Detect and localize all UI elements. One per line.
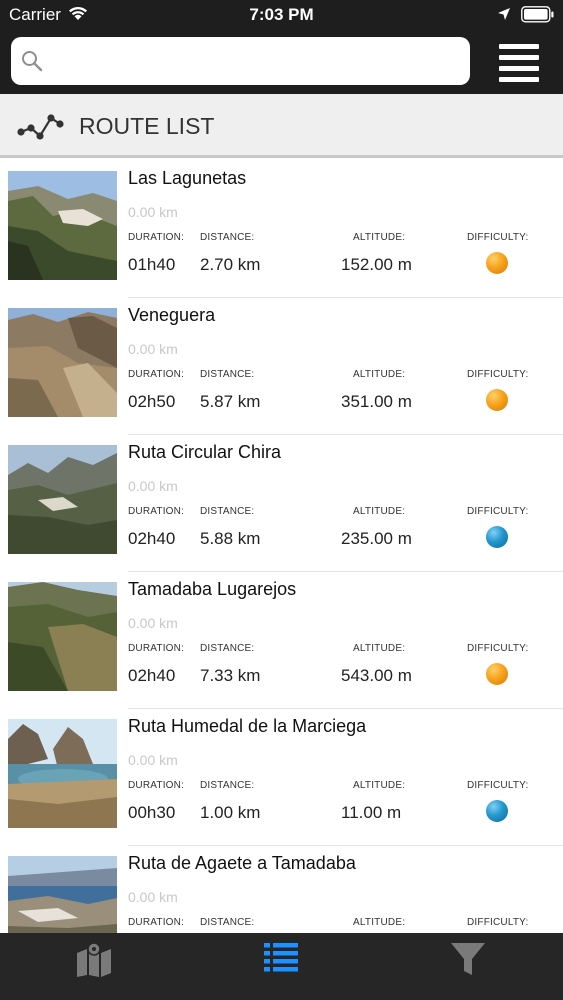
route-thumbnail — [8, 171, 117, 280]
filter-icon — [451, 943, 485, 975]
status-bar: Carrier 7:03 PM — [0, 0, 563, 30]
altitude-value: 351.00 m — [341, 392, 412, 411]
route-list[interactable]: Las Lagunetas 0.00 km DURATION: DISTANCE… — [0, 161, 563, 933]
menu-bar — [499, 55, 539, 60]
route-list-item[interactable]: Ruta Humedal de la Marciega 0.00 km DURA… — [0, 709, 563, 846]
route-icon — [17, 114, 64, 140]
distance-label: DISTANCE: — [200, 780, 255, 791]
distance-label: DISTANCE: — [200, 232, 255, 243]
difficulty-label: DIFFICULTY: — [467, 506, 529, 517]
altitude-value: 543.00 m — [341, 666, 412, 685]
duration-label: DURATION: — [128, 780, 185, 791]
battery-icon — [521, 6, 554, 23]
duration-label: DURATION: — [128, 369, 185, 380]
altitude-label: ALTITUDE: — [353, 369, 406, 380]
route-name: Tamadaba Lugarejos — [128, 579, 297, 599]
search-input[interactable] — [53, 37, 458, 85]
route-name: Ruta Circular Chira — [128, 442, 282, 462]
route-current-distance: 0.00 km — [128, 204, 178, 220]
altitude-label: ALTITUDE: — [353, 506, 406, 517]
duration-label: DURATION: — [128, 643, 185, 654]
menu-button[interactable] — [496, 42, 542, 82]
altitude-label: ALTITUDE: — [353, 232, 406, 243]
distance-value: 2.70 km — [200, 255, 261, 274]
map-icon — [77, 942, 111, 977]
section-title: ROUTE LIST — [79, 113, 215, 139]
altitude-label: ALTITUDE: — [353, 780, 406, 791]
tab-bar — [0, 933, 563, 1000]
distance-label: DISTANCE: — [200, 917, 255, 928]
route-list-item[interactable]: Ruta de Agaete a Tamadaba 0.00 km DURATI… — [0, 846, 563, 933]
duration-value: 00h30 — [128, 803, 176, 822]
duration-label: DURATION: — [128, 506, 185, 517]
difficulty-label: DIFFICULTY: — [467, 780, 529, 791]
duration-value: 02h50 — [128, 392, 176, 411]
location-arrow-icon — [498, 8, 510, 20]
altitude-label: ALTITUDE: — [353, 917, 406, 928]
difficulty-indicator — [486, 663, 508, 685]
search-icon — [22, 51, 43, 72]
route-name: Ruta de Agaete a Tamadaba — [128, 853, 356, 873]
route-name: Ruta Humedal de la Marciega — [128, 716, 367, 736]
route-list-item[interactable]: Ruta Circular Chira 0.00 km DURATION: DI… — [0, 435, 563, 572]
route-current-distance: 0.00 km — [128, 341, 178, 357]
search-box[interactable] — [11, 37, 470, 85]
tab-map[interactable] — [0, 933, 187, 1000]
header — [0, 30, 563, 94]
difficulty-label: DIFFICULTY: — [467, 232, 529, 243]
duration-value: 02h40 — [128, 529, 176, 548]
route-thumbnail — [8, 445, 117, 554]
altitude-value: 11.00 m — [341, 803, 402, 822]
route-thumbnail — [8, 308, 117, 417]
altitude-value: 152.00 m — [341, 255, 412, 274]
difficulty-indicator — [486, 389, 508, 411]
route-list-item[interactable]: Las Lagunetas 0.00 km DURATION: DISTANCE… — [0, 161, 563, 298]
difficulty-label: DIFFICULTY: — [467, 643, 529, 654]
menu-bar — [499, 66, 539, 71]
duration-value: 01h40 — [128, 255, 176, 274]
distance-value: 1.00 km — [200, 803, 261, 822]
route-current-distance: 0.00 km — [128, 478, 178, 494]
distance-label: DISTANCE: — [200, 643, 255, 654]
menu-bar — [499, 77, 539, 82]
route-name: Veneguera — [128, 305, 216, 325]
route-current-distance: 0.00 km — [128, 889, 178, 905]
duration-label: DURATION: — [128, 917, 185, 928]
difficulty-label: DIFFICULTY: — [467, 369, 529, 380]
distance-value: 5.88 km — [200, 529, 261, 548]
route-current-distance: 0.00 km — [128, 752, 178, 768]
menu-bar — [499, 44, 539, 49]
altitude-value: 235.00 m — [341, 529, 412, 548]
difficulty-label: DIFFICULTY: — [467, 917, 529, 928]
route-thumbnail — [8, 719, 117, 828]
status-time: 7:03 PM — [249, 5, 314, 24]
tab-filter[interactable] — [374, 933, 561, 1000]
distance-value: 5.87 km — [200, 392, 261, 411]
tab-list[interactable] — [187, 933, 374, 1000]
list-icon — [264, 943, 298, 972]
route-thumbnail — [8, 582, 117, 691]
distance-label: DISTANCE: — [200, 506, 255, 517]
duration-label: DURATION: — [128, 232, 185, 243]
altitude-label: ALTITUDE: — [353, 643, 406, 654]
route-list-item[interactable]: Tamadaba Lugarejos 0.00 km DURATION: DIS… — [0, 572, 563, 709]
section-header: ROUTE LIST — [0, 94, 563, 158]
difficulty-indicator — [486, 800, 508, 822]
distance-label: DISTANCE: — [200, 369, 255, 380]
route-current-distance: 0.00 km — [128, 615, 178, 631]
duration-value: 02h40 — [128, 666, 176, 685]
difficulty-indicator — [486, 252, 508, 274]
difficulty-indicator — [486, 526, 508, 548]
route-name: Las Lagunetas — [128, 168, 247, 188]
route-thumbnail — [8, 856, 117, 933]
route-list-item[interactable]: Veneguera 0.00 km DURATION: DISTANCE: AL… — [0, 298, 563, 435]
distance-value: 7.33 km — [200, 666, 261, 685]
